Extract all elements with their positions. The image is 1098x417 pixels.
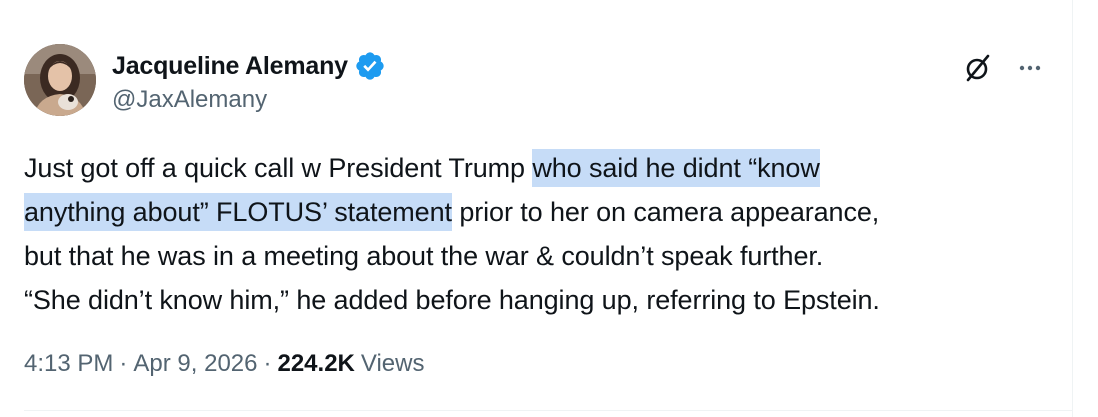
tweet-text-line: “She didn’t know him,” he added before h…: [24, 278, 1064, 322]
column-divider: [1072, 0, 1073, 417]
tweet-text-line: but that he was in a meeting about the w…: [24, 234, 1064, 278]
more-horizontal-icon[interactable]: [1012, 50, 1048, 86]
tweet-text-segment: “She didn’t know him,” he added before h…: [24, 285, 880, 315]
tweet-text: Just got off a quick call w President Tr…: [24, 146, 1064, 322]
author-display-name[interactable]: Jacqueline Alemany: [112, 52, 348, 81]
tweet-card: Jacqueline Alemany @JaxAlemany Just got …: [0, 0, 1072, 417]
author-handle[interactable]: @JaxAlemany: [112, 86, 267, 114]
tweet-date[interactable]: Apr 9, 2026: [133, 350, 257, 378]
author-name-row: Jacqueline Alemany: [112, 48, 386, 84]
views-label: Views: [360, 350, 425, 377]
tweet-text-selected: who said he didnt “know: [532, 149, 820, 187]
tweet-time[interactable]: 4:13 PM: [24, 350, 113, 378]
views-count[interactable]: 224.2K: [277, 350, 354, 378]
tweet-meta: 4:13 PM · Apr 9, 2026 · 224.2K Views: [24, 346, 424, 382]
verified-badge-icon[interactable]: [354, 50, 386, 82]
tweet-text-line: Just got off a quick call w President Tr…: [24, 146, 1064, 190]
meta-separator: ·: [119, 350, 128, 377]
tweet-divider: [24, 410, 1072, 411]
tweet-text-segment: but that he was in a meeting about the w…: [24, 241, 824, 271]
tweet-text-segment: prior to her on camera appearance,: [451, 197, 880, 227]
profile-photo-icon: [24, 44, 96, 116]
tweet-text-selected: anything about” FLOTUS’ statement: [24, 193, 452, 231]
avatar[interactable]: [24, 44, 96, 116]
tweet-text-segment: Just got off a quick call w President Tr…: [24, 153, 533, 183]
tweet-text-line: anything about” FLOTUS’ statement prior …: [24, 190, 1064, 234]
meta-separator: ·: [263, 350, 272, 377]
grok-icon[interactable]: [960, 50, 996, 86]
